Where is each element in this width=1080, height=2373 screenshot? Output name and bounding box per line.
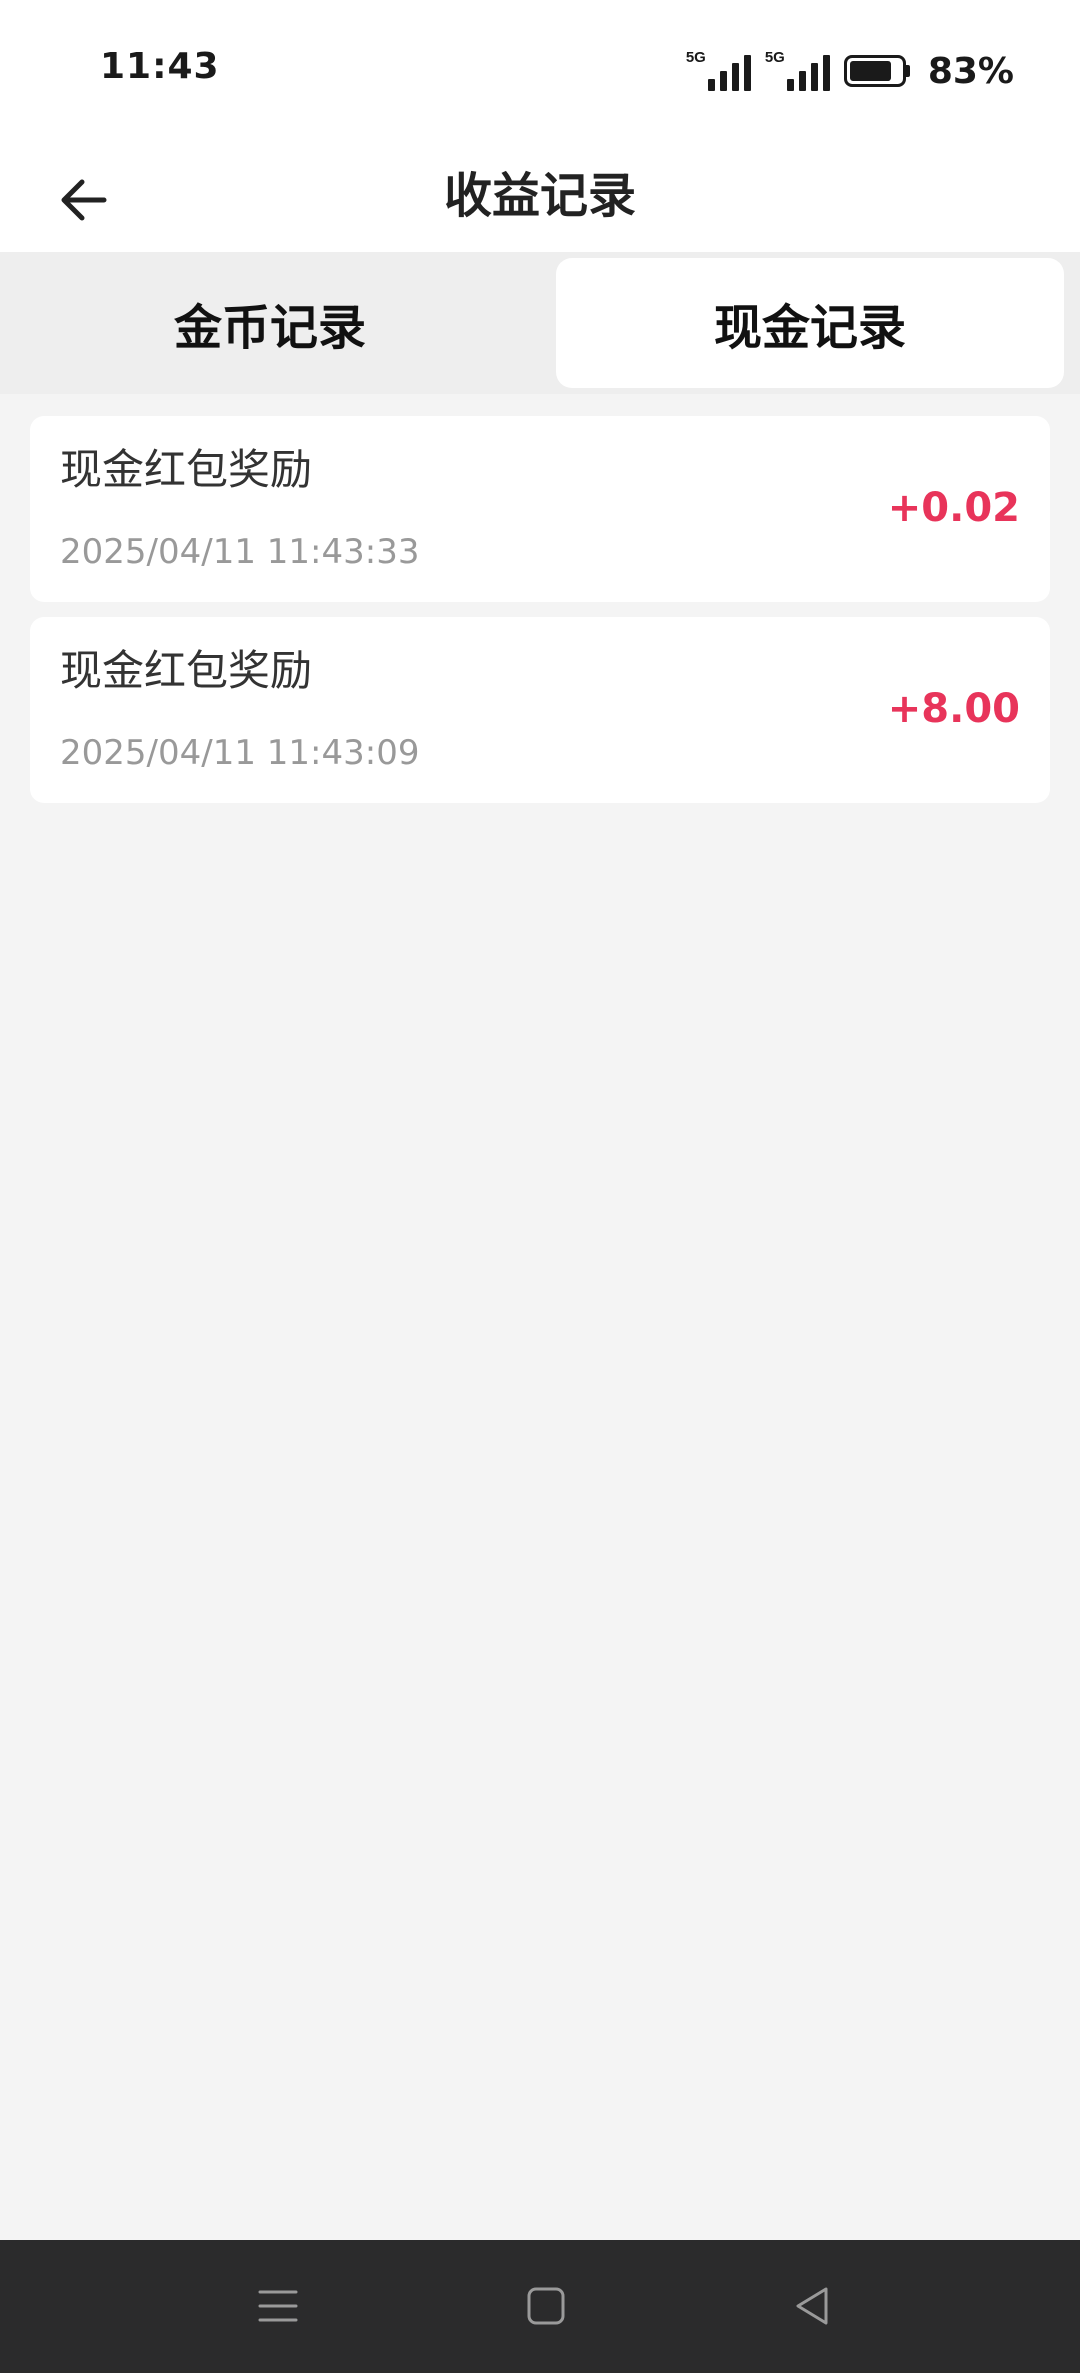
list-item[interactable]: 现金红包奖励 2025/04/11 11:43:33 +0.02 [30, 416, 1050, 602]
record-time: 2025/04/11 11:43:33 [60, 532, 420, 572]
record-title: 现金红包奖励 [60, 646, 313, 695]
back-triangle-icon [796, 2287, 828, 2325]
page-title: 收益记录 [443, 168, 636, 224]
signal-5g-icon-1: 5G [685, 49, 751, 91]
tab-coin-records[interactable]: 金币记录 [0, 258, 540, 388]
tab-bar: 金币记录 现金记录 [0, 252, 1080, 394]
menu-button[interactable] [238, 2266, 318, 2346]
screen: 11:43 5G 5G 83% 收益记录 金币记录 现金记录 现金红包奖励 20… [0, 0, 1080, 2373]
signal-5g-icon-2: 5G [764, 49, 830, 91]
status-time: 11:43 [100, 46, 220, 87]
battery-icon [843, 55, 910, 87]
records-list: 现金红包奖励 2025/04/11 11:43:33 +0.02 现金红包奖励 … [30, 416, 1050, 818]
record-title: 现金红包奖励 [60, 445, 313, 494]
status-icons: 5G 5G 83% [686, 48, 1014, 94]
menu-icon [258, 2290, 298, 2322]
list-item[interactable]: 现金红包奖励 2025/04/11 11:43:09 +8.00 [30, 617, 1050, 803]
record-time: 2025/04/11 11:43:09 [60, 733, 420, 773]
app-header: 收益记录 [0, 140, 1080, 252]
back-nav-button[interactable] [772, 2266, 852, 2346]
record-amount: +8.00 [887, 686, 1020, 732]
system-nav-bar [0, 2240, 1080, 2373]
network-label-1: 5G [685, 49, 706, 66]
record-amount: +0.02 [887, 485, 1020, 531]
status-bar: 11:43 5G 5G 83% [0, 0, 1080, 140]
home-icon [527, 2287, 565, 2325]
tab-cash-records[interactable]: 现金记录 [556, 258, 1064, 388]
network-label-2: 5G [764, 49, 785, 66]
home-button[interactable] [506, 2266, 586, 2346]
battery-percent: 83% [927, 50, 1014, 92]
